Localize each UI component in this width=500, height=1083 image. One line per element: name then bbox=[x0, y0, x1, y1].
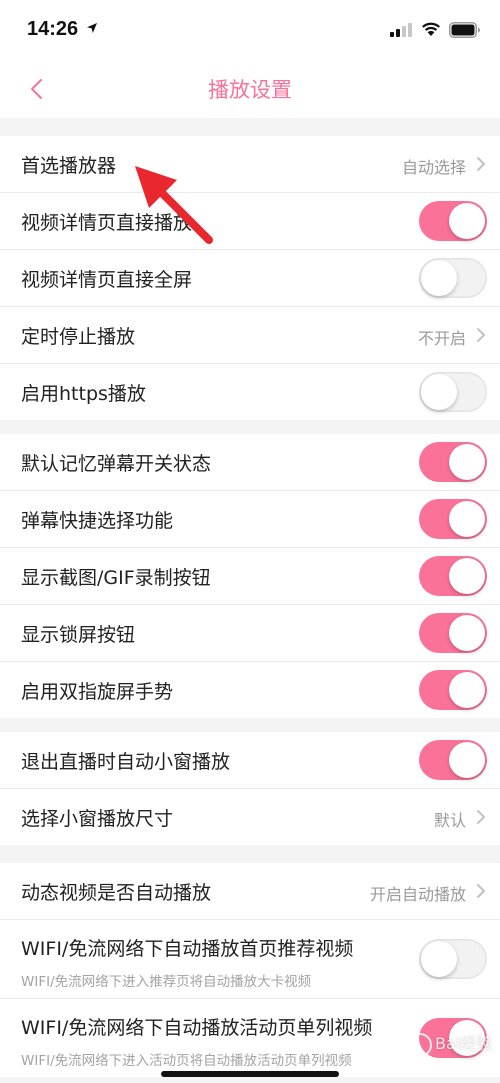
detail-autoplay-toggle[interactable] bbox=[419, 201, 487, 241]
watermark-text: Bai经验 bbox=[435, 1034, 493, 1053]
settings-group-mini-window: 退出直播时自动小窗播放 选择小窗播放尺寸 默认 bbox=[0, 732, 500, 845]
page-title: 播放设置 bbox=[208, 78, 292, 102]
setting-label: 启用https播放 bbox=[21, 383, 146, 405]
detail-fullscreen-toggle[interactable] bbox=[419, 258, 487, 298]
setting-row-screenshot-button: 显示截图/GIF录制按钮 bbox=[0, 548, 500, 605]
toggle-knob bbox=[449, 203, 485, 239]
setting-label: 选择小窗播放尺寸 bbox=[21, 808, 174, 830]
setting-row-preferred-player[interactable]: 首选播放器 自动选择 bbox=[0, 136, 500, 193]
settings-group-playback: 首选播放器 自动选择 视频详情页直接播放 视频详情页直接全屏 定时停止播放 不开… bbox=[0, 136, 500, 420]
setting-label: 定时停止播放 bbox=[21, 326, 136, 348]
watermark: Bai经验 bbox=[408, 1030, 492, 1057]
setting-row-danmaku-quick-select: 弹幕快捷选择功能 bbox=[0, 491, 500, 548]
setting-row-detail-fullscreen: 视频详情页直接全屏 bbox=[0, 250, 500, 307]
setting-label: 弹幕快捷选择功能 bbox=[21, 510, 174, 532]
https-toggle[interactable] bbox=[419, 372, 487, 412]
danmaku-quick-select-toggle[interactable] bbox=[419, 499, 487, 539]
remember-danmaku-toggle[interactable] bbox=[419, 442, 487, 482]
location-arrow-icon bbox=[87, 23, 97, 33]
lock-button-toggle[interactable] bbox=[419, 613, 487, 653]
setting-row-home-recommend-autoplay: WIFI/免流网络下自动播放首页推荐视频 WIFI/免流网络下进入推荐页将自动播… bbox=[0, 920, 500, 999]
setting-label: 启用双指旋屏手势 bbox=[21, 681, 174, 703]
setting-value: 不开启 bbox=[417, 329, 466, 348]
setting-row-dynamic-autoplay[interactable]: 动态视频是否自动播放 开启自动播放 bbox=[0, 863, 500, 920]
home-recommend-autoplay-toggle[interactable] bbox=[419, 939, 487, 979]
setting-row-mini-window-size[interactable]: 选择小窗播放尺寸 默认 bbox=[0, 789, 500, 845]
nav-bar: 播放设置 bbox=[0, 60, 500, 118]
setting-label: 退出直播时自动小窗播放 bbox=[21, 751, 231, 773]
setting-label: 动态视频是否自动播放 bbox=[21, 882, 212, 904]
screenshot-button-toggle[interactable] bbox=[419, 556, 487, 596]
toggle-knob bbox=[449, 615, 485, 651]
setting-label: WIFI/免流网络下自动播放活动页单列视频 bbox=[21, 1017, 373, 1039]
chevron-right-icon bbox=[477, 810, 485, 824]
setting-value: 自动选择 bbox=[401, 158, 466, 177]
setting-value: 默认 bbox=[433, 811, 466, 830]
toggle-knob bbox=[421, 260, 457, 296]
battery-icon bbox=[449, 22, 480, 38]
status-time: 14:26 bbox=[27, 18, 79, 40]
setting-description: WIFI/免流网络下进入推荐页将自动播放大卡视频 bbox=[21, 974, 312, 990]
setting-row-remember-danmaku: 默认记忆弹幕开关状态 bbox=[0, 434, 500, 491]
setting-label: WIFI/免流网络下自动播放首页推荐视频 bbox=[21, 938, 354, 960]
live-mini-window-toggle[interactable] bbox=[419, 740, 487, 780]
toggle-knob bbox=[449, 742, 485, 778]
chevron-right-icon bbox=[477, 328, 485, 342]
watermark-logo-icon bbox=[408, 1032, 432, 1057]
setting-value: 开启自动播放 bbox=[369, 885, 466, 904]
setting-label: 默认记忆弹幕开关状态 bbox=[21, 453, 212, 475]
setting-label: 显示截图/GIF录制按钮 bbox=[21, 567, 211, 589]
wifi-icon bbox=[422, 22, 440, 36]
setting-row-sleep-timer[interactable]: 定时停止播放 不开启 bbox=[0, 307, 500, 364]
setting-label: 视频详情页直接播放 bbox=[21, 212, 193, 234]
toggle-knob bbox=[449, 444, 485, 480]
setting-row-rotate-gesture: 启用双指旋屏手势 bbox=[0, 662, 500, 718]
toggle-knob bbox=[449, 672, 485, 708]
setting-description: WIFI/免流网络下进入活动页将自动播放活动页单列视频 bbox=[21, 1053, 352, 1069]
setting-label: 首选播放器 bbox=[21, 155, 117, 177]
chevron-right-icon bbox=[477, 157, 485, 171]
setting-row-lock-button: 显示锁屏按钮 bbox=[0, 605, 500, 662]
status-bar: 14:26 bbox=[0, 0, 500, 60]
toggle-knob bbox=[421, 941, 457, 977]
settings-group-danmaku: 默认记忆弹幕开关状态 弹幕快捷选择功能 显示截图/GIF录制按钮 显示锁屏按钮 … bbox=[0, 434, 500, 718]
setting-row-live-mini-window: 退出直播时自动小窗播放 bbox=[0, 732, 500, 789]
screen: 14:26 播放设置 首选播放器 自动选择 视频详情页直接播放 视频详情页直接全… bbox=[0, 0, 500, 1083]
setting-label: 显示锁屏按钮 bbox=[21, 624, 136, 646]
home-indicator[interactable] bbox=[161, 1071, 339, 1077]
setting-row-https: 启用https播放 bbox=[0, 364, 500, 420]
toggle-knob bbox=[449, 558, 485, 594]
toggle-knob bbox=[421, 374, 457, 410]
rotate-gesture-toggle[interactable] bbox=[419, 670, 487, 710]
setting-label: 视频详情页直接全屏 bbox=[21, 269, 193, 291]
toggle-knob bbox=[449, 501, 485, 537]
chevron-right-icon bbox=[477, 884, 485, 898]
setting-row-detail-autoplay: 视频详情页直接播放 bbox=[0, 193, 500, 250]
cellular-signal-icon bbox=[390, 23, 412, 37]
